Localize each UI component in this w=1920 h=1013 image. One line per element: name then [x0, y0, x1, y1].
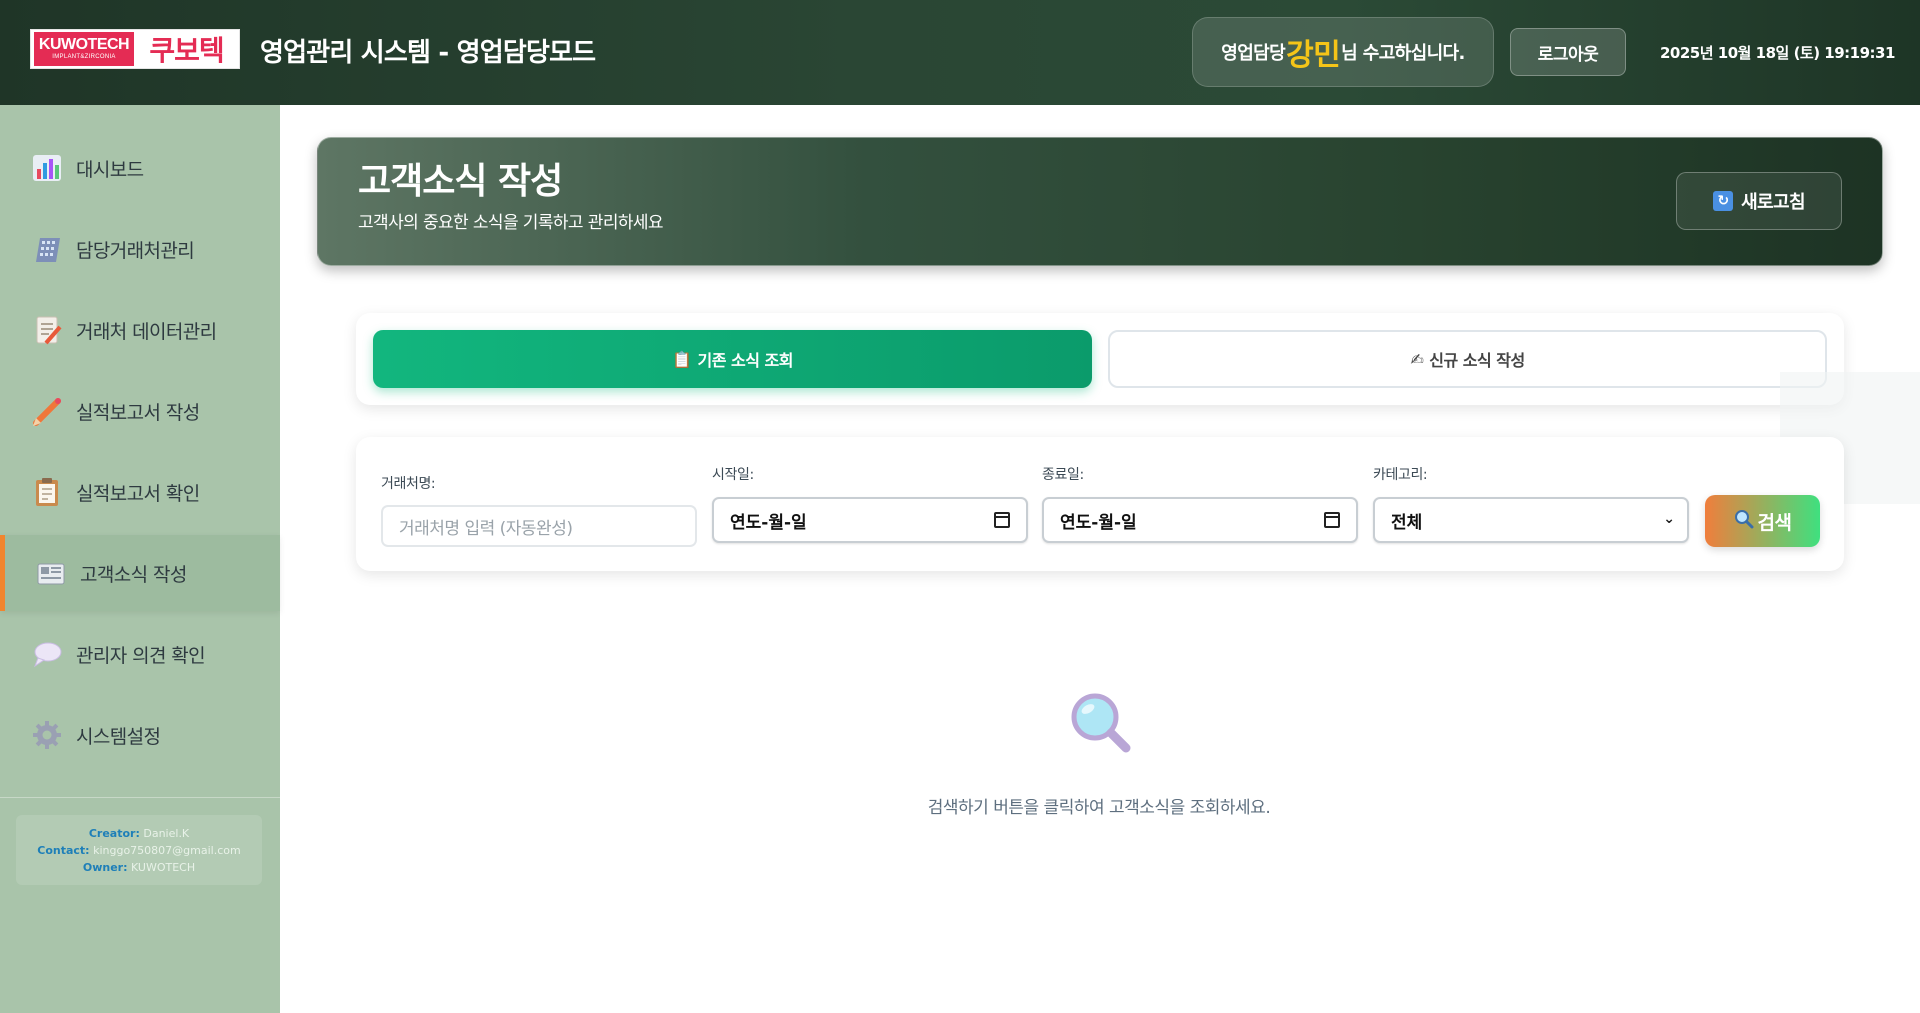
- tab-write-news[interactable]: ✍ 신규 소식 작성: [1108, 330, 1827, 388]
- writing-hand-icon: ✍: [1410, 349, 1424, 369]
- logo-badge: KUWOTECH IMPLANT&ZIRCONIA: [34, 32, 134, 66]
- calendar-icon[interactable]: [994, 512, 1010, 528]
- gear-icon: [30, 718, 64, 752]
- page-subtitle: 고객사의 중요한 소식을 기록하고 관리하세요: [358, 213, 664, 233]
- magnifier-icon: [1068, 690, 1134, 756]
- user-name: 강민: [1286, 38, 1341, 73]
- document-edit-icon: [30, 313, 64, 347]
- logo-text-bottom: IMPLANT&ZIRCONIA: [52, 54, 116, 60]
- welcome-box: 영업담당 강민 님 수고하십니다.: [1192, 17, 1494, 87]
- contact-value: kinggo750807@gmail.com: [93, 844, 241, 857]
- creator-key: Creator:: [88, 827, 140, 840]
- clipboard-icon: 📋: [672, 349, 692, 369]
- tab-label: 기존 소식 조회: [697, 351, 793, 370]
- search-button[interactable]: 검색: [1705, 495, 1820, 547]
- newspaper-icon: [34, 556, 68, 590]
- owner-value: KUWOTECH: [131, 861, 196, 874]
- sidebar-item-label: 시스템설정: [76, 725, 161, 748]
- filter-panel: 거래처명: 거래처명 입력 (자동완성) 시작일: 연도-월-일 종료일: 연도…: [356, 437, 1844, 571]
- sidebar-item-client-data[interactable]: 거래처 데이터관리: [0, 292, 280, 368]
- logo-text-top: KUWOTECH: [38, 36, 130, 53]
- pencil-icon: [30, 394, 64, 428]
- app-title: 영업관리 시스템 - 영업담당모드: [260, 38, 596, 68]
- sidebar-item-label: 실적보고서 작성: [76, 401, 200, 424]
- empty-state-message: 검색하기 버튼을 클릭하여 고객소식을 조회하세요.: [927, 798, 1271, 818]
- app-header: KUWOTECH IMPLANT&ZIRCONIA 쿠보텍 영업관리 시스템 -…: [0, 0, 1920, 105]
- kuwotech-logo: KUWOTECH IMPLANT&ZIRCONIA 쿠보텍: [30, 29, 240, 69]
- sidebar-item-customer-news[interactable]: 고객소식 작성: [0, 535, 280, 611]
- page-title: 고객소식 작성: [358, 161, 563, 202]
- sidebar-item-dashboard[interactable]: 대시보드: [0, 130, 280, 206]
- calendar-icon[interactable]: [1324, 512, 1340, 528]
- speech-bubble-icon: [30, 637, 64, 671]
- owner-key: Owner:: [82, 861, 128, 874]
- tab-label: 신규 소식 작성: [1429, 351, 1525, 370]
- sidebar-item-clients[interactable]: 담당거래처관리: [0, 211, 280, 287]
- sidebar-item-label: 고객소식 작성: [80, 563, 187, 586]
- category-value: 전체: [1391, 512, 1423, 533]
- page-banner: 고객소식 작성 고객사의 중요한 소식을 기록하고 관리하세요 ↻ 새로고침: [317, 137, 1883, 266]
- client-label: 거래처명:: [381, 476, 436, 492]
- bar-chart-icon: [30, 151, 64, 185]
- welcome-suffix: 님 수고하십니다.: [1341, 43, 1465, 64]
- sidebar-item-report-check[interactable]: 실적보고서 확인: [0, 454, 280, 530]
- start-date-value: 연도-월-일: [730, 512, 807, 533]
- end-date-input[interactable]: 연도-월-일: [1042, 497, 1358, 543]
- sidebar-item-label: 대시보드: [76, 158, 144, 181]
- tab-bar: 📋 기존 소식 조회 ✍ 신규 소식 작성: [356, 313, 1844, 405]
- chevron-down-icon: ⌄: [1663, 511, 1675, 527]
- sidebar-item-admin-feedback[interactable]: 관리자 의견 확인: [0, 616, 280, 692]
- end-date-label: 종료일:: [1042, 467, 1084, 483]
- welcome-prefix: 영업담당: [1221, 43, 1286, 64]
- start-date-input[interactable]: 연도-월-일: [712, 497, 1028, 543]
- sidebar-item-settings[interactable]: 시스템설정: [0, 697, 280, 773]
- current-datetime: 2025년 10월 18일 (토) 19:19:31: [1660, 44, 1895, 62]
- search-icon: [1734, 509, 1754, 534]
- logout-button[interactable]: 로그아웃: [1510, 28, 1626, 76]
- refresh-label: 새로고침: [1741, 192, 1805, 213]
- refresh-button[interactable]: ↻ 새로고침: [1676, 172, 1842, 230]
- category-select[interactable]: 전체 ⌄: [1373, 497, 1689, 543]
- refresh-icon: ↻: [1713, 191, 1734, 211]
- creator-value: Daniel.K: [143, 827, 190, 840]
- office-building-icon: [30, 232, 64, 266]
- clipboard-icon: [30, 475, 64, 509]
- tab-view-news[interactable]: 📋 기존 소식 조회: [373, 330, 1092, 388]
- contact-key: Contact:: [37, 844, 90, 857]
- sidebar-item-label: 거래처 데이터관리: [76, 320, 217, 343]
- end-date-value: 연도-월-일: [1060, 512, 1137, 533]
- credit-box: Creator: Daniel.K Contact: kinggo750807@…: [16, 815, 262, 885]
- search-label: 검색: [1757, 511, 1792, 534]
- category-label: 카테고리:: [1373, 467, 1428, 483]
- sidebar: 대시보드 담당거래처관리 거래처 데이터관리 실적보고서 작성 실적보고서 확인…: [0, 105, 280, 1013]
- client-search-input[interactable]: 거래처명 입력 (자동완성): [381, 505, 697, 547]
- start-date-label: 시작일:: [712, 467, 754, 483]
- sidebar-item-report-write[interactable]: 실적보고서 작성: [0, 373, 280, 449]
- sidebar-item-label: 실적보고서 확인: [76, 482, 200, 505]
- sidebar-item-label: 관리자 의견 확인: [76, 644, 206, 667]
- sidebar-item-label: 담당거래처관리: [76, 239, 195, 262]
- logo-korean: 쿠보텍: [149, 34, 224, 67]
